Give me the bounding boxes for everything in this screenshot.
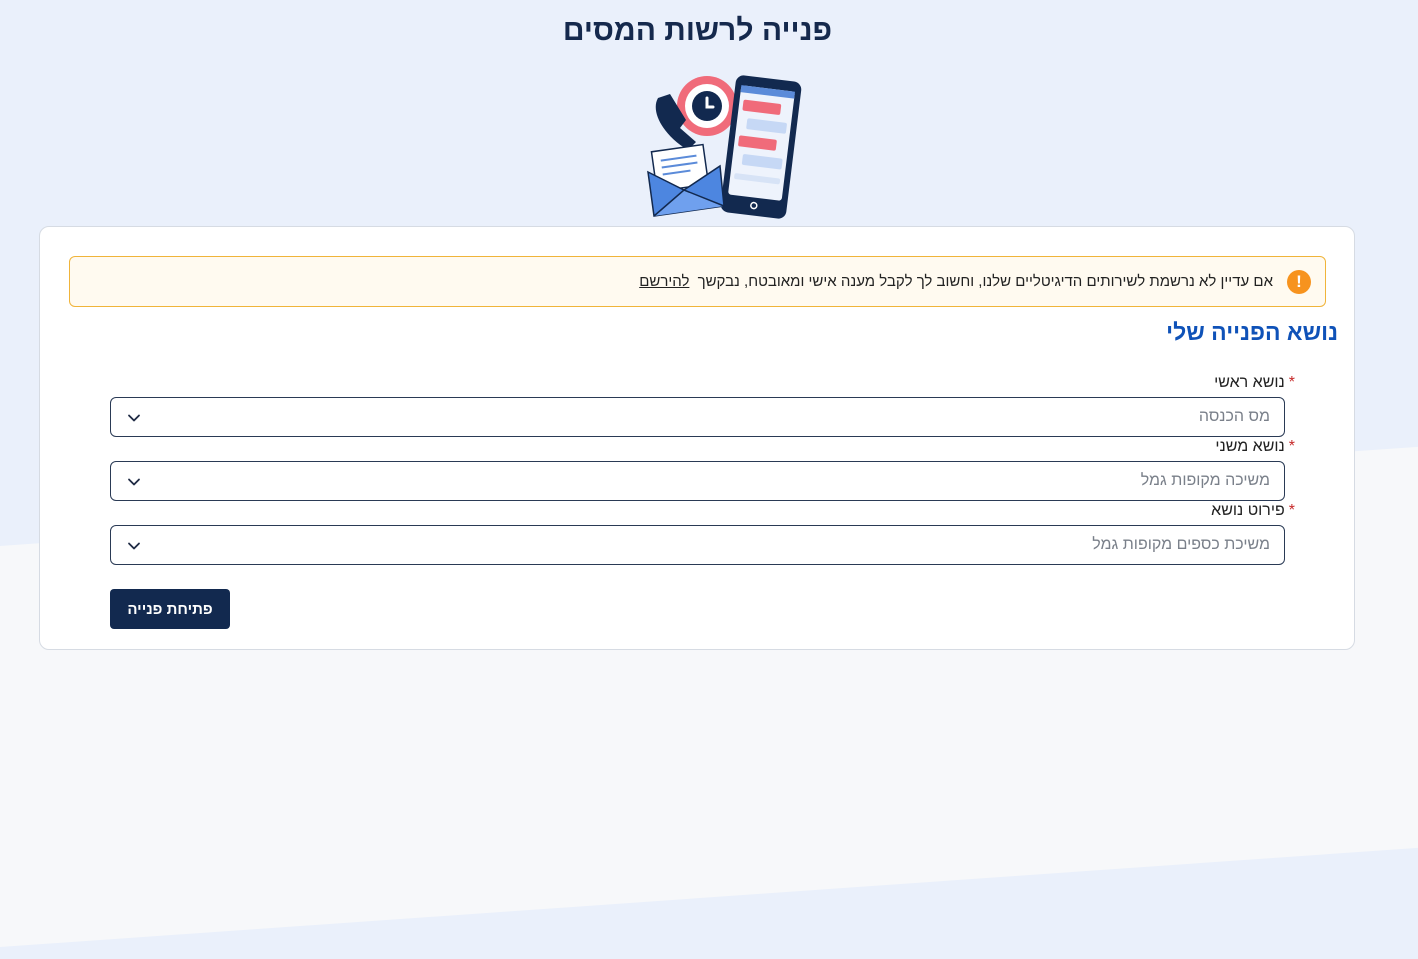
section-title: נושא הפנייה שלי bbox=[1166, 319, 1338, 345]
exclamation-icon: ! bbox=[1287, 269, 1311, 294]
alert-message: אם עדיין לא נרשמת לשירותים הדיגיטליים של… bbox=[697, 273, 1273, 290]
main-topic-value: מס הכנסה bbox=[1198, 408, 1270, 425]
chevron-down-icon bbox=[128, 478, 140, 486]
secondary-topic-select[interactable]: משיכה מקופות גמל bbox=[110, 461, 1285, 501]
chevron-down-icon bbox=[128, 414, 140, 422]
page-title: פנייה לרשות המסים bbox=[562, 14, 833, 47]
secondary-topic-label: *נושא משני bbox=[1215, 438, 1295, 456]
open-request-button[interactable]: פתיחת פנייה bbox=[110, 589, 230, 629]
register-link[interactable]: להירשם bbox=[639, 273, 689, 290]
secondary-topic-value: משיכה מקופות גמל bbox=[1140, 472, 1270, 489]
main-topic-label: *נושא ראשי bbox=[1214, 374, 1295, 392]
chevron-down-icon bbox=[128, 542, 140, 550]
topic-detail-label-text: פירוט נושא bbox=[1211, 502, 1285, 519]
required-mark: * bbox=[1288, 438, 1295, 455]
main-topic-select[interactable]: מס הכנסה bbox=[110, 397, 1285, 437]
registration-alert: ! אם עדיין לא נרשמת לשירותים הדיגיטליים … bbox=[69, 256, 1326, 307]
secondary-topic-label-text: נושא משני bbox=[1215, 438, 1285, 455]
topic-detail-select[interactable]: משיכת כספים מקופות גמל bbox=[110, 525, 1285, 565]
contact-illustration bbox=[647, 75, 802, 219]
topic-detail-label: *פירוט נושא bbox=[1211, 502, 1295, 520]
topic-detail-value: משיכת כספים מקופות גמל bbox=[1092, 536, 1270, 553]
form-card: ! אם עדיין לא נרשמת לשירותים הדיגיטליים … bbox=[39, 226, 1355, 650]
alert-text: אם עדיין לא נרשמת לשירותים הדיגיטליים של… bbox=[639, 273, 1273, 290]
required-mark: * bbox=[1288, 374, 1295, 391]
main-topic-label-text: נושא ראשי bbox=[1214, 374, 1285, 391]
required-mark: * bbox=[1288, 502, 1295, 519]
